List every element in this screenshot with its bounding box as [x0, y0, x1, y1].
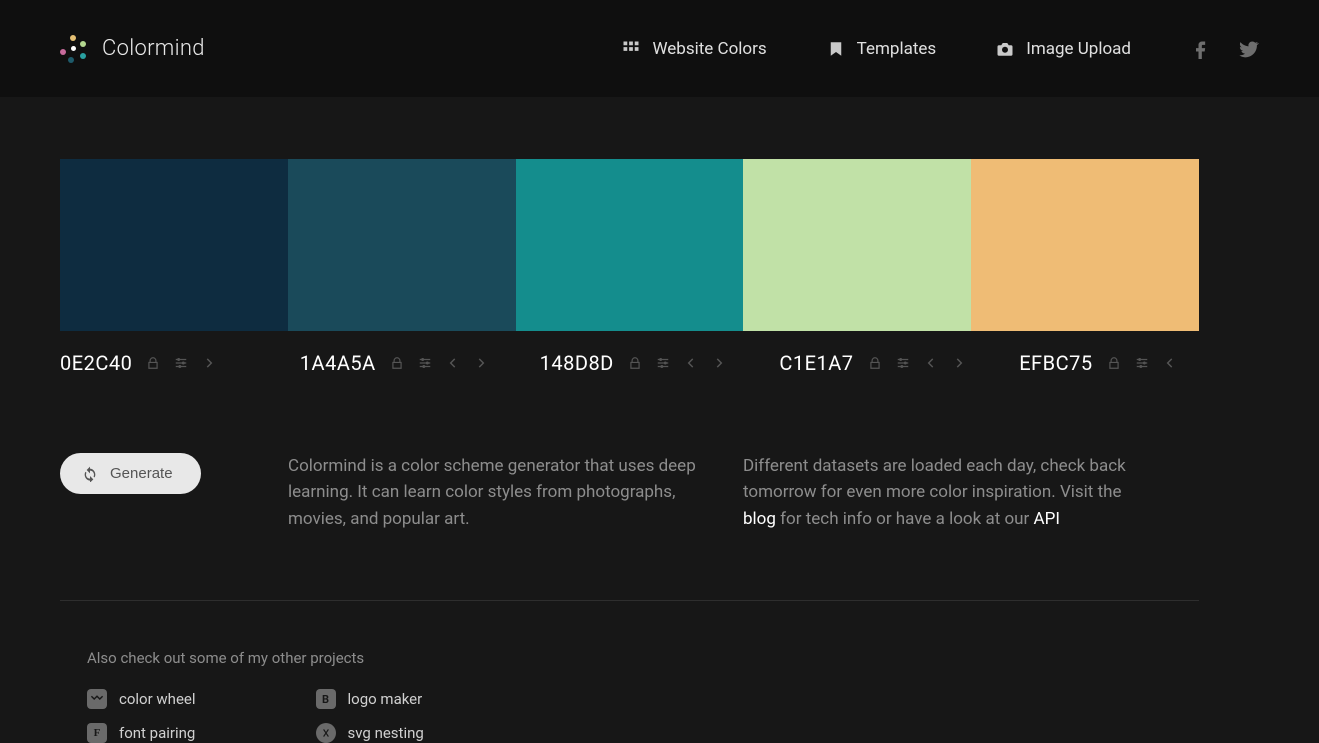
footer-heading: Also check out some of my other projects: [87, 649, 1259, 667]
description-row: Generate Colormind is a color scheme gen…: [60, 453, 1259, 532]
code-cell-3: C1E1A7: [779, 351, 1019, 375]
swatch-0[interactable]: [60, 159, 288, 331]
footer-label: color wheel: [119, 690, 196, 708]
swatch-4[interactable]: [971, 159, 1199, 331]
footer-label: logo maker: [348, 690, 423, 708]
chevron-right-icon[interactable]: [712, 356, 726, 370]
code-cell-2: 148D8D: [540, 351, 780, 375]
top-nav: Colormind Website Colors Templates Image…: [0, 0, 1319, 97]
chevron-left-icon[interactable]: [924, 356, 938, 370]
chevron-right-icon[interactable]: [952, 356, 966, 370]
code-cell-4: EFBC75: [1019, 351, 1259, 375]
description-right: Different datasets are loaded each day, …: [743, 453, 1198, 532]
blog-link[interactable]: blog: [743, 509, 776, 529]
logo-icon: [60, 35, 88, 63]
main-nav: Website Colors Templates Image Upload: [622, 39, 1131, 59]
footer-svg-nesting[interactable]: svg nesting: [316, 723, 424, 743]
sliders-icon[interactable]: [896, 356, 910, 370]
nav-templates[interactable]: Templates: [827, 39, 937, 59]
logo-maker-icon: B: [316, 689, 336, 709]
chevron-left-icon[interactable]: [684, 356, 698, 370]
swatch-3[interactable]: [743, 159, 971, 331]
separator: [60, 600, 1199, 601]
swatch-2[interactable]: [516, 159, 744, 331]
font-pairing-icon: F: [87, 723, 107, 743]
lock-icon[interactable]: [146, 356, 160, 370]
description-left: Colormind is a color scheme generator th…: [288, 453, 743, 532]
bookmark-icon: [827, 40, 845, 58]
footer-logo-maker[interactable]: B logo maker: [316, 689, 424, 709]
nav-label: Image Upload: [1026, 39, 1131, 59]
hex-value: 148D8D: [540, 351, 614, 375]
lock-icon[interactable]: [1107, 356, 1121, 370]
lock-icon[interactable]: [868, 356, 882, 370]
svg-nesting-icon: [316, 723, 336, 743]
code-cell-1: 1A4A5A: [300, 351, 540, 375]
chevron-right-icon[interactable]: [474, 356, 488, 370]
sliders-icon[interactable]: [656, 356, 670, 370]
footer-font-pairing[interactable]: F font pairing: [87, 723, 196, 743]
twitter-icon[interactable]: [1239, 39, 1259, 59]
nav-label: Website Colors: [652, 39, 766, 59]
footer-label: font pairing: [119, 724, 195, 742]
code-cell-0: 0E2C40: [60, 351, 300, 375]
hex-value: C1E1A7: [779, 351, 853, 375]
hex-value: EFBC75: [1019, 351, 1092, 375]
generate-label: Generate: [110, 465, 173, 482]
hex-value: 1A4A5A: [300, 351, 376, 375]
color-wheel-icon: [87, 689, 107, 709]
refresh-icon: [82, 466, 98, 482]
hex-value: 0E2C40: [60, 351, 132, 375]
footer-projects: Also check out some of my other projects…: [60, 649, 1259, 743]
logo[interactable]: Colormind: [60, 35, 205, 63]
lock-icon[interactable]: [628, 356, 642, 370]
footer-color-wheel[interactable]: color wheel: [87, 689, 196, 709]
palette-codes: 0E2C40 1A4A5A 148D8D C1E1A7 EFBC75: [60, 351, 1259, 375]
logo-text: Colormind: [102, 36, 205, 61]
nav-label: Templates: [857, 39, 937, 59]
generate-button[interactable]: Generate: [60, 453, 201, 494]
sliders-icon[interactable]: [174, 356, 188, 370]
chevron-left-icon[interactable]: [446, 356, 460, 370]
footer-label: svg nesting: [348, 724, 424, 742]
grid-icon: [622, 40, 640, 58]
swatch-1[interactable]: [288, 159, 516, 331]
color-palette: [60, 159, 1199, 331]
chevron-left-icon[interactable]: [1163, 356, 1177, 370]
social-links: [1191, 39, 1259, 59]
chevron-right-icon[interactable]: [202, 356, 216, 370]
api-link[interactable]: API: [1034, 509, 1060, 529]
sliders-icon[interactable]: [1135, 356, 1149, 370]
nav-image-upload[interactable]: Image Upload: [996, 39, 1131, 59]
lock-icon[interactable]: [390, 356, 404, 370]
nav-website-colors[interactable]: Website Colors: [622, 39, 766, 59]
facebook-icon[interactable]: [1191, 39, 1211, 59]
sliders-icon[interactable]: [418, 356, 432, 370]
camera-icon: [996, 40, 1014, 58]
